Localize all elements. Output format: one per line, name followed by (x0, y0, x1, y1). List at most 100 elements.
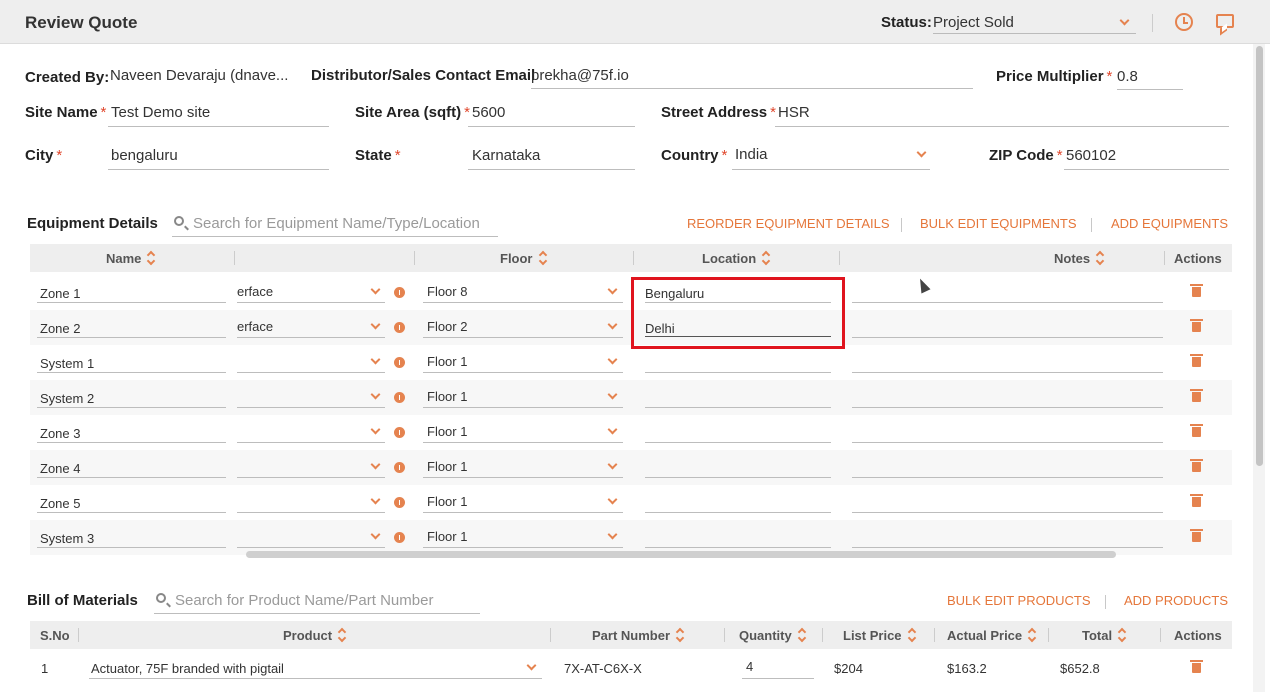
field-underline (237, 512, 385, 513)
table-row: Zone 4 Floor 1 (30, 450, 1232, 485)
site-name-field[interactable]: Test Demo site (111, 104, 326, 121)
info-icon[interactable] (394, 427, 405, 438)
field-underline (423, 477, 623, 478)
chevron-down-icon[interactable] (370, 459, 381, 470)
chevron-down-icon[interactable] (526, 660, 537, 671)
delete-trash-icon[interactable] (1190, 494, 1203, 507)
floor-dropdown[interactable]: Floor 1 (427, 459, 467, 474)
floor-dropdown[interactable]: Floor 2 (427, 319, 467, 334)
quantity-field[interactable]: 4 (746, 659, 753, 674)
site-area-field[interactable]: 5600 (472, 104, 632, 121)
delete-trash-icon[interactable] (1190, 660, 1203, 673)
column-header-quantity[interactable]: Quantity (739, 628, 806, 643)
info-icon[interactable] (394, 322, 405, 333)
country-dropdown[interactable]: India (735, 146, 905, 163)
bulk-edit-equipments-button[interactable]: BULK EDIT EQUIPMENTS (920, 216, 1077, 231)
chevron-down-icon[interactable] (370, 389, 381, 400)
state-field[interactable]: Karnataka (472, 147, 632, 164)
chevron-down-icon[interactable] (370, 284, 381, 295)
info-icon[interactable] (394, 497, 405, 508)
column-header-part-number[interactable]: Part Number (592, 628, 684, 643)
chevron-down-icon[interactable] (607, 319, 618, 330)
chevron-down-icon[interactable] (370, 319, 381, 330)
price-multiplier-field[interactable]: 0.8 (1117, 68, 1181, 85)
history-clock-icon[interactable] (1175, 13, 1193, 31)
column-header-product[interactable]: Product (283, 628, 346, 643)
bulk-edit-products-button[interactable]: BULK EDIT PRODUCTS (947, 593, 1091, 608)
equipment-type-dropdown[interactable]: erface (237, 284, 273, 299)
vertical-scrollbar[interactable] (1253, 44, 1265, 692)
equipment-name-field[interactable]: System 1 (40, 356, 94, 371)
equipment-name-field[interactable]: Zone 2 (40, 321, 80, 336)
floor-dropdown[interactable]: Floor 1 (427, 354, 467, 369)
floor-dropdown[interactable]: Floor 1 (427, 494, 467, 509)
chevron-down-icon[interactable] (370, 424, 381, 435)
field-underline (852, 337, 1163, 338)
chevron-down-icon[interactable] (607, 354, 618, 365)
equipment-type-dropdown[interactable]: erface (237, 319, 273, 334)
chevron-down-icon[interactable] (370, 529, 381, 540)
equipment-name-field[interactable]: Zone 4 (40, 461, 80, 476)
link-divider (901, 218, 902, 232)
chevron-down-icon[interactable] (370, 494, 381, 505)
column-header-notes[interactable]: Notes (1054, 251, 1104, 266)
add-products-button[interactable]: ADD PRODUCTS (1124, 593, 1228, 608)
chevron-down-icon[interactable] (607, 494, 618, 505)
column-header-name[interactable]: Name (106, 251, 155, 266)
delete-trash-icon[interactable] (1190, 389, 1203, 402)
delete-trash-icon[interactable] (1190, 319, 1203, 332)
chevron-down-icon[interactable] (916, 147, 927, 158)
vertical-scrollbar-thumb[interactable] (1256, 46, 1263, 466)
equipment-name-field[interactable]: Zone 1 (40, 286, 80, 301)
field-underline (237, 407, 385, 408)
floor-dropdown[interactable]: Floor 1 (427, 424, 467, 439)
column-header-list-price[interactable]: List Price (843, 628, 916, 643)
column-header-floor[interactable]: Floor (500, 251, 547, 266)
add-equipments-button[interactable]: ADD EQUIPMENTS (1111, 216, 1228, 231)
info-icon[interactable] (394, 357, 405, 368)
column-header-actual-price[interactable]: Actual Price (947, 628, 1036, 643)
column-divider (78, 628, 79, 642)
delete-trash-icon[interactable] (1190, 424, 1203, 437)
product-search-input[interactable]: Search for Product Name/Part Number (154, 590, 480, 614)
floor-dropdown[interactable]: Floor 1 (427, 389, 467, 404)
zip-code-field[interactable]: 560102 (1066, 147, 1221, 164)
chevron-down-icon[interactable] (370, 354, 381, 365)
info-icon[interactable] (394, 462, 405, 473)
delete-trash-icon[interactable] (1190, 284, 1203, 297)
column-header-total[interactable]: Total (1082, 628, 1126, 643)
table-row: Zone 5 Floor 1 (30, 485, 1232, 520)
equipment-name-field[interactable]: Zone 3 (40, 426, 80, 441)
equipment-name-field[interactable]: Zone 5 (40, 496, 80, 511)
street-address-field[interactable]: HSR (778, 104, 1218, 121)
chevron-down-icon[interactable] (607, 529, 618, 540)
comment-icon[interactable] (1216, 14, 1234, 28)
city-field[interactable]: bengaluru (111, 147, 326, 164)
info-icon[interactable] (394, 287, 405, 298)
chevron-down-icon[interactable] (607, 284, 618, 295)
column-header-location[interactable]: Location (702, 251, 770, 266)
created-by-label: Created By: (25, 69, 110, 86)
chevron-down-icon[interactable] (607, 424, 618, 435)
status-dropdown[interactable]: Project Sold (933, 12, 1136, 34)
reorder-equipment-button[interactable]: REORDER EQUIPMENT DETAILS (687, 216, 890, 231)
table-row: Zone 3 Floor 1 (30, 415, 1232, 450)
delete-trash-icon[interactable] (1190, 354, 1203, 367)
search-icon (156, 593, 166, 603)
product-dropdown[interactable]: Actuator, 75F branded with pigtail (91, 661, 284, 676)
chevron-down-icon[interactable] (607, 459, 618, 470)
horizontal-scrollbar[interactable] (246, 551, 1116, 558)
info-icon[interactable] (394, 392, 405, 403)
field-underline (237, 302, 385, 303)
floor-dropdown[interactable]: Floor 1 (427, 529, 467, 544)
equipment-name-field[interactable]: System 2 (40, 391, 94, 406)
contact-email-field[interactable]: prekha@75f.io (531, 67, 971, 84)
floor-dropdown[interactable]: Floor 8 (427, 284, 467, 299)
equipment-name-field[interactable]: System 3 (40, 531, 94, 546)
field-underline (89, 678, 542, 679)
delete-trash-icon[interactable] (1190, 529, 1203, 542)
info-icon[interactable] (394, 532, 405, 543)
chevron-down-icon[interactable] (607, 389, 618, 400)
equipment-search-input[interactable]: Search for Equipment Name/Type/Location (172, 213, 498, 237)
delete-trash-icon[interactable] (1190, 459, 1203, 472)
